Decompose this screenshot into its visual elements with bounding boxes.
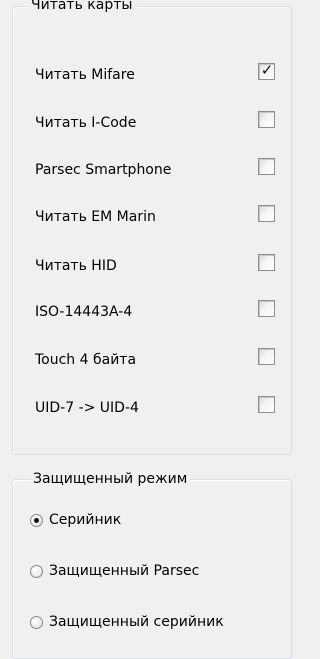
- checkmark-icon: ✓: [260, 61, 274, 79]
- checkbox-label-read-em-marin: Читать EM Marin: [35, 209, 156, 225]
- checkbox-label-iso-14443a-4: ISO-14443A-4: [35, 304, 133, 320]
- checkbox-label-read-hid: Читать HID: [35, 258, 117, 274]
- checkbox-read-mifare[interactable]: ✓: [258, 61, 275, 80]
- radio-secure-serial[interactable]: [30, 616, 43, 629]
- secure-mode-group-title: Защищенный режим: [31, 471, 191, 487]
- checkbox-label-touch-4-bytes: Touch 4 байта: [35, 352, 137, 368]
- radio-label-serial: Серийник: [49, 512, 122, 528]
- radio-row-secure-serial[interactable]: Защищенный серийник: [30, 614, 290, 634]
- checkbox-row-parsec-smartphone[interactable]: Parsec Smartphone: [35, 158, 275, 182]
- checkbox-row-uid7-to-uid4[interactable]: UID-7 -> UID-4: [35, 396, 275, 420]
- checkbox-row-touch-4-bytes[interactable]: Touch 4 байта: [35, 348, 275, 372]
- checkbox-read-em-marin[interactable]: [258, 205, 275, 222]
- checkbox-iso-14443a-4[interactable]: [258, 300, 275, 317]
- radio-serial[interactable]: [30, 514, 43, 527]
- checkbox-uid7-to-uid4[interactable]: [258, 396, 275, 413]
- checkbox-label-parsec-smartphone: Parsec Smartphone: [35, 162, 172, 178]
- checkbox-label-uid7-to-uid4: UID-7 -> UID-4: [35, 400, 139, 416]
- checkbox-read-hid[interactable]: [258, 254, 275, 271]
- read-cards-group-title: Читать карты: [29, 0, 136, 13]
- checkbox-label-read-icode: Читать I-Code: [35, 115, 137, 131]
- checkbox-row-read-hid[interactable]: Читать HID: [35, 254, 275, 278]
- checkbox-parsec-smartphone[interactable]: [258, 158, 275, 175]
- secure-mode-group: Защищенный режим Серийник Защищенный Par…: [12, 471, 292, 659]
- checkbox-row-read-mifare[interactable]: Читать Mifare ✓: [35, 61, 275, 87]
- checkbox-row-read-em-marin[interactable]: Читать EM Marin: [35, 205, 275, 229]
- checkbox-row-read-icode[interactable]: Читать I-Code: [35, 111, 275, 135]
- checkbox-read-icode[interactable]: [258, 111, 275, 128]
- checkbox-label-read-mifare: Читать Mifare: [35, 67, 135, 83]
- radio-selected-dot-icon: [34, 518, 39, 523]
- checkbox-touch-4-bytes[interactable]: [258, 348, 275, 365]
- radio-row-secure-parsec[interactable]: Защищенный Parsec: [30, 563, 290, 583]
- radio-label-secure-parsec: Защищенный Parsec: [49, 563, 200, 579]
- radio-label-secure-serial: Защищенный серийник: [49, 614, 224, 630]
- checkbox-row-iso-14443a-4[interactable]: ISO-14443A-4: [35, 300, 275, 324]
- radio-row-serial[interactable]: Серийник: [30, 512, 290, 532]
- radio-secure-parsec[interactable]: [30, 565, 43, 578]
- read-cards-group: Читать карты Читать Mifare ✓ Читать I-Co…: [12, 0, 292, 455]
